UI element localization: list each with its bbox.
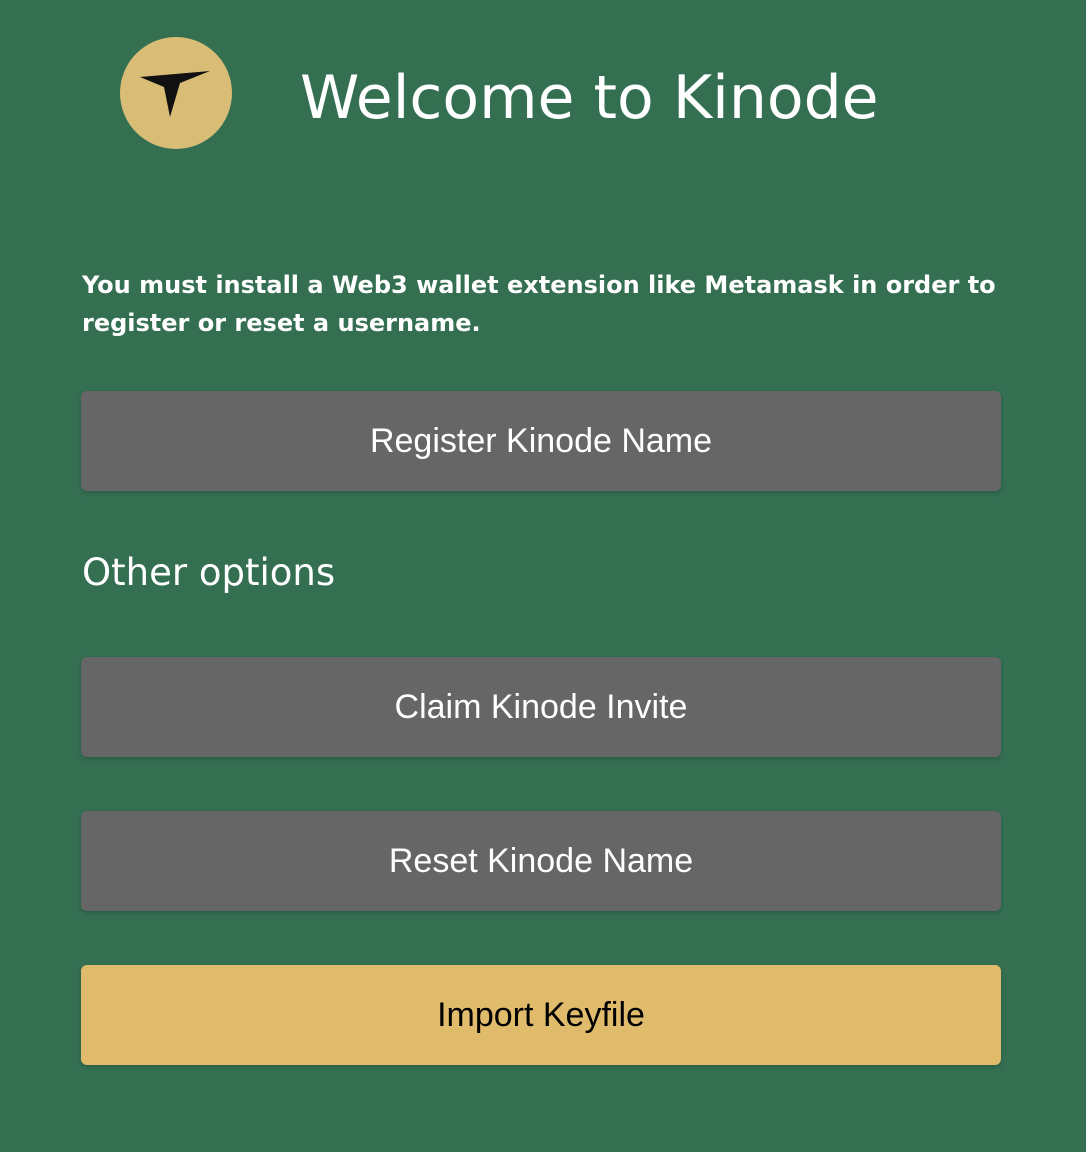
claim-invite-button[interactable]: Claim Kinode Invite bbox=[81, 657, 1001, 757]
register-name-button[interactable]: Register Kinode Name bbox=[81, 391, 1001, 491]
other-options-heading: Other options bbox=[82, 551, 336, 594]
reset-name-button[interactable]: Reset Kinode Name bbox=[81, 811, 1001, 911]
kinode-bird-icon bbox=[140, 71, 210, 117]
kinode-logo bbox=[120, 37, 232, 149]
import-keyfile-button[interactable]: Import Keyfile bbox=[81, 965, 1001, 1065]
wallet-notice: You must install a Web3 wallet extension… bbox=[82, 271, 996, 337]
page: Welcome to Kinode You must install a Web… bbox=[0, 0, 1086, 1152]
page-title: Welcome to Kinode bbox=[300, 63, 879, 133]
